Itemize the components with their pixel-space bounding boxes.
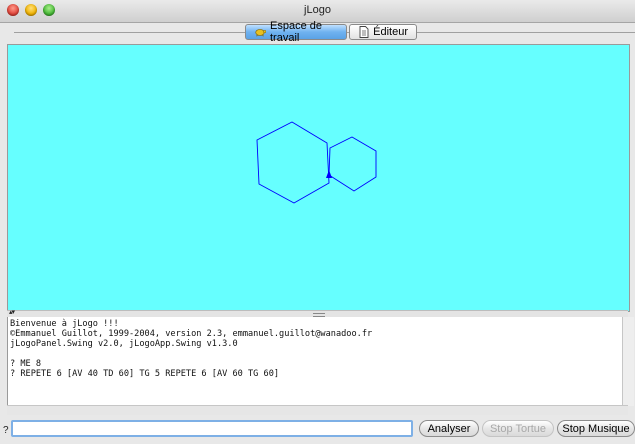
splitter-arrows-icon[interactable]: ▴▾ (9, 308, 15, 316)
console-vertical-scrollbar[interactable] (622, 317, 634, 406)
tab-workspace-label: Espace de travail (270, 20, 322, 44)
small-hexagon (328, 136, 377, 192)
turtle-drawing (256, 121, 377, 204)
console-text: Bienvenue à jLogo !!! ©Emmanuel Guillot,… (10, 319, 373, 379)
tab-workspace[interactable]: Espace de travail (245, 20, 347, 44)
window-title: jLogo (304, 4, 331, 16)
tab-editor-label: Éditeur (373, 26, 408, 38)
tab-bar: Espace de travail Éditeur (0, 20, 635, 44)
turtle-icon (254, 26, 266, 38)
large-hexagon (256, 121, 330, 204)
console-horizontal-scrollbar[interactable] (7, 405, 628, 415)
command-prompt: ? (3, 425, 9, 436)
command-input[interactable] (11, 420, 413, 437)
document-icon (358, 26, 369, 38)
console-output[interactable]: Bienvenue à jLogo !!! ©Emmanuel Guillot,… (7, 317, 623, 406)
stop-turtle-button[interactable]: Stop Tortue (482, 420, 554, 437)
analyze-button[interactable]: Analyser (419, 420, 479, 437)
turtle-cursor (326, 170, 332, 178)
tab-editor[interactable]: Éditeur (349, 24, 417, 40)
turtle-canvas[interactable] (7, 44, 630, 312)
stop-music-button[interactable]: Stop Musique (557, 420, 635, 437)
